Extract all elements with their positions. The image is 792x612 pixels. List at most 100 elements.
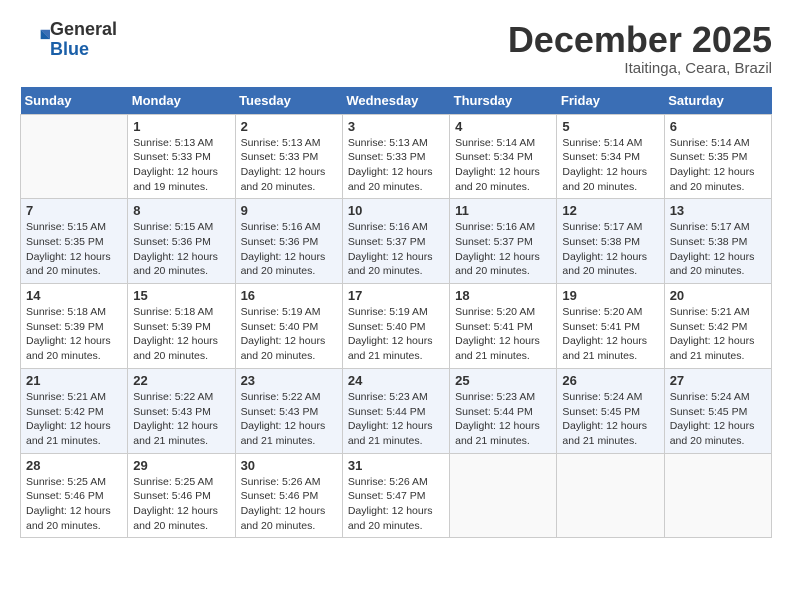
day-info: Sunrise: 5:17 AM Sunset: 5:38 PM Dayligh…	[562, 220, 658, 279]
day-info: Sunrise: 5:15 AM Sunset: 5:35 PM Dayligh…	[26, 220, 122, 279]
day-info: Sunrise: 5:15 AM Sunset: 5:36 PM Dayligh…	[133, 220, 229, 279]
col-header-wednesday: Wednesday	[342, 87, 449, 115]
day-number: 13	[670, 203, 766, 218]
day-number: 31	[348, 458, 444, 473]
day-info: Sunrise: 5:14 AM Sunset: 5:35 PM Dayligh…	[670, 136, 766, 195]
day-cell	[557, 453, 664, 538]
day-number: 17	[348, 288, 444, 303]
day-number: 30	[241, 458, 337, 473]
day-info: Sunrise: 5:24 AM Sunset: 5:45 PM Dayligh…	[670, 390, 766, 449]
logo-icon	[22, 26, 50, 54]
day-number: 2	[241, 119, 337, 134]
title-area: December 2025 Itaitinga, Ceara, Brazil	[508, 20, 772, 77]
day-cell: 18 Sunrise: 5:20 AM Sunset: 5:41 PM Dayli…	[450, 284, 557, 369]
day-cell: 10 Sunrise: 5:16 AM Sunset: 5:37 PM Dayli…	[342, 199, 449, 284]
day-info: Sunrise: 5:20 AM Sunset: 5:41 PM Dayligh…	[455, 305, 551, 364]
day-number: 12	[562, 203, 658, 218]
week-row-2: 7Sunrise: 5:15 AM Sunset: 5:35 PM Daylig…	[21, 199, 772, 284]
col-header-tuesday: Tuesday	[235, 87, 342, 115]
day-number: 5	[562, 119, 658, 134]
day-number: 15	[133, 288, 229, 303]
week-row-5: 28Sunrise: 5:25 AM Sunset: 5:46 PM Dayli…	[21, 453, 772, 538]
day-cell: 30 Sunrise: 5:26 AM Sunset: 5:46 PM Dayli…	[235, 453, 342, 538]
day-cell: 26Sunrise: 5:24 AM Sunset: 5:45 PM Dayli…	[557, 368, 664, 453]
logo: General Blue	[20, 20, 117, 60]
col-header-friday: Friday	[557, 87, 664, 115]
day-cell: 17 Sunrise: 5:19 AM Sunset: 5:40 PM Dayli…	[342, 284, 449, 369]
day-info: Sunrise: 5:26 AM Sunset: 5:47 PM Dayligh…	[348, 475, 444, 534]
day-number: 21	[26, 373, 122, 388]
day-info: Sunrise: 5:20 AM Sunset: 5:41 PM Dayligh…	[562, 305, 658, 364]
day-cell: 1 Sunrise: 5:13 AM Sunset: 5:33 PM Daylig…	[128, 114, 235, 199]
day-info: Sunrise: 5:18 AM Sunset: 5:39 PM Dayligh…	[133, 305, 229, 364]
logo-blue: Blue	[50, 39, 89, 59]
col-header-monday: Monday	[128, 87, 235, 115]
day-cell: 31 Sunrise: 5:26 AM Sunset: 5:47 PM Dayli…	[342, 453, 449, 538]
day-info: Sunrise: 5:25 AM Sunset: 5:46 PM Dayligh…	[133, 475, 229, 534]
logo-general: General	[50, 19, 117, 39]
day-cell: 3Sunrise: 5:13 AM Sunset: 5:33 PM Daylig…	[342, 114, 449, 199]
day-cell: 13Sunrise: 5:17 AM Sunset: 5:38 PM Dayli…	[664, 199, 771, 284]
day-info: Sunrise: 5:24 AM Sunset: 5:45 PM Dayligh…	[562, 390, 658, 449]
day-info: Sunrise: 5:16 AM Sunset: 5:36 PM Dayligh…	[241, 220, 337, 279]
day-number: 10	[348, 203, 444, 218]
day-cell	[664, 453, 771, 538]
day-info: Sunrise: 5:23 AM Sunset: 5:44 PM Dayligh…	[348, 390, 444, 449]
day-info: Sunrise: 5:22 AM Sunset: 5:43 PM Dayligh…	[241, 390, 337, 449]
day-number: 8	[133, 203, 229, 218]
day-info: Sunrise: 5:19 AM Sunset: 5:40 PM Dayligh…	[348, 305, 444, 364]
day-cell: 6 Sunrise: 5:14 AM Sunset: 5:35 PM Daylig…	[664, 114, 771, 199]
location: Itaitinga, Ceara, Brazil	[508, 60, 772, 77]
day-number: 19	[562, 288, 658, 303]
logo-text: General Blue	[50, 20, 117, 60]
header: General Blue December 2025 Itaitinga, Ce…	[20, 20, 772, 77]
day-number: 1	[133, 119, 229, 134]
day-cell: 15 Sunrise: 5:18 AM Sunset: 5:39 PM Dayli…	[128, 284, 235, 369]
day-cell: 11 Sunrise: 5:16 AM Sunset: 5:37 PM Dayli…	[450, 199, 557, 284]
day-cell: 19 Sunrise: 5:20 AM Sunset: 5:41 PM Dayli…	[557, 284, 664, 369]
day-cell: 4 Sunrise: 5:14 AM Sunset: 5:34 PM Daylig…	[450, 114, 557, 199]
day-number: 9	[241, 203, 337, 218]
day-info: Sunrise: 5:13 AM Sunset: 5:33 PM Dayligh…	[241, 136, 337, 195]
day-cell: 21Sunrise: 5:21 AM Sunset: 5:42 PM Dayli…	[21, 368, 128, 453]
day-number: 23	[241, 373, 337, 388]
day-number: 4	[455, 119, 551, 134]
day-info: Sunrise: 5:13 AM Sunset: 5:33 PM Dayligh…	[348, 136, 444, 195]
week-row-3: 14 Sunrise: 5:18 AM Sunset: 5:39 PM Dayli…	[21, 284, 772, 369]
calendar-table: SundayMondayTuesdayWednesdayThursdayFrid…	[20, 87, 772, 539]
day-number: 18	[455, 288, 551, 303]
day-number: 11	[455, 203, 551, 218]
day-info: Sunrise: 5:26 AM Sunset: 5:46 PM Dayligh…	[241, 475, 337, 534]
day-cell: 16Sunrise: 5:19 AM Sunset: 5:40 PM Dayli…	[235, 284, 342, 369]
day-info: Sunrise: 5:25 AM Sunset: 5:46 PM Dayligh…	[26, 475, 122, 534]
month-title: December 2025	[508, 20, 772, 60]
day-info: Sunrise: 5:16 AM Sunset: 5:37 PM Dayligh…	[455, 220, 551, 279]
day-cell: 8 Sunrise: 5:15 AM Sunset: 5:36 PM Daylig…	[128, 199, 235, 284]
day-cell: 27 Sunrise: 5:24 AM Sunset: 5:45 PM Dayli…	[664, 368, 771, 453]
day-cell: 23 Sunrise: 5:22 AM Sunset: 5:43 PM Dayli…	[235, 368, 342, 453]
col-header-sunday: Sunday	[21, 87, 128, 115]
day-number: 25	[455, 373, 551, 388]
col-header-saturday: Saturday	[664, 87, 771, 115]
day-info: Sunrise: 5:22 AM Sunset: 5:43 PM Dayligh…	[133, 390, 229, 449]
day-cell: 24Sunrise: 5:23 AM Sunset: 5:44 PM Dayli…	[342, 368, 449, 453]
day-number: 20	[670, 288, 766, 303]
day-number: 29	[133, 458, 229, 473]
day-info: Sunrise: 5:16 AM Sunset: 5:37 PM Dayligh…	[348, 220, 444, 279]
day-cell: 20 Sunrise: 5:21 AM Sunset: 5:42 PM Dayli…	[664, 284, 771, 369]
day-cell: 7Sunrise: 5:15 AM Sunset: 5:35 PM Daylig…	[21, 199, 128, 284]
day-cell: 2 Sunrise: 5:13 AM Sunset: 5:33 PM Daylig…	[235, 114, 342, 199]
header-row: SundayMondayTuesdayWednesdayThursdayFrid…	[21, 87, 772, 115]
day-info: Sunrise: 5:13 AM Sunset: 5:33 PM Dayligh…	[133, 136, 229, 195]
day-number: 6	[670, 119, 766, 134]
day-cell: 29 Sunrise: 5:25 AM Sunset: 5:46 PM Dayli…	[128, 453, 235, 538]
day-info: Sunrise: 5:21 AM Sunset: 5:42 PM Dayligh…	[670, 305, 766, 364]
day-cell	[450, 453, 557, 538]
week-row-1: 1 Sunrise: 5:13 AM Sunset: 5:33 PM Daylig…	[21, 114, 772, 199]
day-info: Sunrise: 5:14 AM Sunset: 5:34 PM Dayligh…	[455, 136, 551, 195]
day-info: Sunrise: 5:18 AM Sunset: 5:39 PM Dayligh…	[26, 305, 122, 364]
day-number: 27	[670, 373, 766, 388]
day-cell	[21, 114, 128, 199]
day-cell: 5Sunrise: 5:14 AM Sunset: 5:34 PM Daylig…	[557, 114, 664, 199]
day-number: 14	[26, 288, 122, 303]
